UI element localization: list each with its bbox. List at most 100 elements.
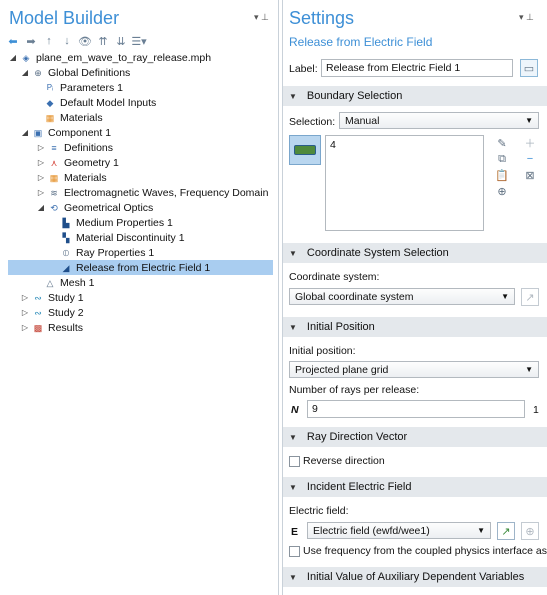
reverse-direction-label: Reverse direction — [303, 455, 385, 467]
study-icon: ∾ — [34, 307, 42, 318]
ray-properties-icon: ⦶ — [62, 247, 70, 258]
section-ray-direction[interactable]: ▼ Ray Direction Vector — [283, 427, 547, 447]
expand-icon[interactable]: ⇊ — [114, 34, 128, 48]
section-collapse-icon: ▼ — [289, 248, 297, 258]
section-collapse-icon: ▼ — [289, 432, 297, 442]
tree-item-ray-properties[interactable]: ⦶ Ray Properties 1 — [8, 245, 273, 260]
chevron-down-icon: ▼ — [477, 526, 485, 535]
rays-per-release-input[interactable]: 9 — [307, 400, 525, 418]
tree-item-component[interactable]: ◢ ▣ Component 1 — [8, 125, 273, 140]
tree-item-medium-properties[interactable]: ▙ Medium Properties 1 — [8, 215, 273, 230]
section-collapse-icon: ▼ — [289, 322, 297, 332]
globe-icon: ⊕ — [34, 67, 42, 78]
selection-caption: Selection: — [289, 116, 336, 128]
section-auxiliary-variables[interactable]: ▼ Initial Value of Auxiliary Dependent Va… — [283, 567, 547, 587]
tree-item-em-waves[interactable]: ▷ ≋ Electromagnetic Waves, Frequency Domai… — [8, 185, 273, 200]
em-waves-icon: ≋ — [50, 187, 58, 198]
reverse-direction-checkbox[interactable] — [289, 456, 300, 467]
tree-item-default-model-inputs[interactable]: ◆ Default Model Inputs — [8, 95, 273, 110]
tree-item-material-discontinuity[interactable]: ▚ Material Discontinuity 1 — [8, 230, 273, 245]
geometrical-optics-icon: ⟲ — [50, 202, 58, 213]
tree-item-global-materials[interactable]: ▦ Materials — [8, 110, 273, 125]
model-builder-title: Model Builder — [9, 8, 120, 28]
expand-arrow-icon[interactable]: ▷ — [36, 188, 46, 197]
tree-item-study-1[interactable]: ▷ ∾ Study 1 — [8, 290, 273, 305]
back-arrow-icon[interactable]: ⬅ — [6, 34, 20, 48]
label-caption: Label: — [289, 63, 318, 75]
tree-item-geometry[interactable]: ▷ ⋏ Geometry 1 — [8, 155, 273, 170]
expand-arrow-icon[interactable]: ▷ — [20, 323, 30, 332]
selection-dropdown[interactable]: Manual ▼ — [339, 112, 539, 129]
coordinate-system-goto-icon[interactable]: ↗ — [521, 288, 539, 306]
study-icon: ∾ — [34, 292, 42, 303]
collapse-arrow-icon[interactable]: ◢ — [20, 128, 30, 137]
tree-item-geometrical-optics[interactable]: ◢ ⟲ Geometrical Optics — [8, 200, 273, 215]
use-frequency-checkbox[interactable] — [289, 546, 300, 557]
clear-selection-icon[interactable]: ⊠ — [521, 166, 539, 184]
model-builder-panel: Model Builder ▾ ⊥ ⬅ ➡ ↑ ↓ 👁 ⇈ ⇊ ☰▾ ◢ ◈ pla… — [0, 0, 279, 595]
label-field[interactable]: Release from Electric Field 1 — [321, 59, 513, 77]
component-icon: ▣ — [33, 127, 43, 138]
tree-item-root[interactable]: ◢ ◈ plane_em_wave_to_ray_release.mph — [8, 50, 273, 65]
settings-panel: Settings ▾ ⊥ Release from Electric Field… — [282, 0, 547, 595]
active-selection-toggle[interactable] — [289, 135, 321, 165]
results-icon: ▩ — [33, 322, 43, 333]
section-boundary-selection[interactable]: ▼ Boundary Selection — [283, 86, 547, 106]
forward-arrow-icon[interactable]: ➡ — [24, 34, 38, 48]
tree-item-definitions[interactable]: ▷ ≡ Definitions — [8, 140, 273, 155]
rays-symbol: N — [291, 404, 299, 416]
electric-field-symbol: E — [291, 526, 299, 538]
settings-panel-menu-icon[interactable]: ▾ ⊥ — [519, 12, 534, 23]
material-discontinuity-icon: ▚ — [62, 232, 70, 243]
initial-position-dropdown[interactable]: Projected plane grid ▼ — [289, 361, 539, 378]
model-icon: ◈ — [22, 52, 30, 63]
section-collapse-icon: ▼ — [289, 91, 297, 101]
expand-arrow-icon[interactable]: ▷ — [20, 308, 30, 317]
selection-list[interactable]: 4 — [325, 135, 484, 231]
expand-arrow-icon[interactable]: ▷ — [20, 293, 30, 302]
use-frequency-label: Use frequency from the coupled physics i… — [303, 545, 547, 557]
menu-icon[interactable]: ☰▾ — [131, 34, 146, 48]
tree-item-component-materials[interactable]: ▷ ▦ Materials — [8, 170, 273, 185]
tree-item-parameters[interactable]: Pᵢ Parameters 1 — [8, 80, 273, 95]
selection-active-icon — [294, 145, 316, 155]
selection-list-item[interactable]: 4 — [330, 139, 336, 151]
electric-field-goto-icon[interactable]: ↗ — [497, 522, 515, 540]
section-coordinate-system[interactable]: ▼ Coordinate System Selection — [283, 243, 547, 263]
expand-arrow-icon[interactable]: ▷ — [36, 143, 46, 152]
rays-unit: 1 — [533, 404, 539, 416]
settings-title: Settings — [289, 8, 355, 28]
initial-position-caption: Initial position: — [289, 345, 356, 357]
settings-subtitle: Release from Electric Field — [289, 35, 433, 49]
expand-arrow-icon[interactable]: ▷ — [36, 158, 46, 167]
show-icon[interactable]: 👁 — [78, 34, 92, 48]
label-edit-icon[interactable]: ▭ — [520, 59, 538, 77]
tree-item-mesh[interactable]: △ Mesh 1 — [8, 275, 273, 290]
release-icon: ◢ — [62, 262, 70, 273]
electric-field-dropdown[interactable]: Electric field (ewfd/wee1) ▼ — [307, 522, 491, 539]
mesh-icon: △ — [46, 277, 54, 288]
collapse-arrow-icon[interactable]: ◢ — [8, 53, 18, 62]
zoom-to-selection-icon[interactable]: ⊕ — [493, 182, 511, 200]
section-initial-position[interactable]: ▼ Initial Position — [283, 317, 547, 337]
expand-arrow-icon[interactable]: ▷ — [36, 173, 46, 182]
collapse-arrow-icon[interactable]: ◢ — [36, 203, 46, 212]
chevron-down-icon: ▼ — [525, 116, 533, 125]
collapse-arrow-icon[interactable]: ◢ — [20, 68, 30, 77]
electric-field-caption: Electric field: — [289, 505, 349, 517]
tree-item-results[interactable]: ▷ ▩ Results — [8, 320, 273, 335]
section-collapse-icon: ▼ — [289, 572, 297, 582]
section-collapse-icon: ▼ — [289, 482, 297, 492]
coordinate-system-caption: Coordinate system: — [289, 271, 380, 283]
tree-item-global-definitions[interactable]: ◢ ⊕ Global Definitions — [8, 65, 273, 80]
up-arrow-icon[interactable]: ↑ — [42, 34, 56, 48]
collapse-icon[interactable]: ⇈ — [96, 34, 110, 48]
tree-item-release-from-electric-field[interactable]: ◢ Release from Electric Field 1 — [8, 260, 273, 275]
tree-item-study-2[interactable]: ▷ ∾ Study 2 — [8, 305, 273, 320]
panel-menu-icon[interactable]: ▾ ⊥ — [254, 12, 269, 23]
down-arrow-icon[interactable]: ↓ — [60, 34, 74, 48]
electric-field-add-icon[interactable]: ⊕ — [521, 522, 539, 540]
coordinate-system-dropdown[interactable]: Global coordinate system ▼ — [289, 288, 515, 305]
section-incident-electric-field[interactable]: ▼ Incident Electric Field — [283, 477, 547, 497]
materials-icon: ▦ — [45, 112, 55, 123]
